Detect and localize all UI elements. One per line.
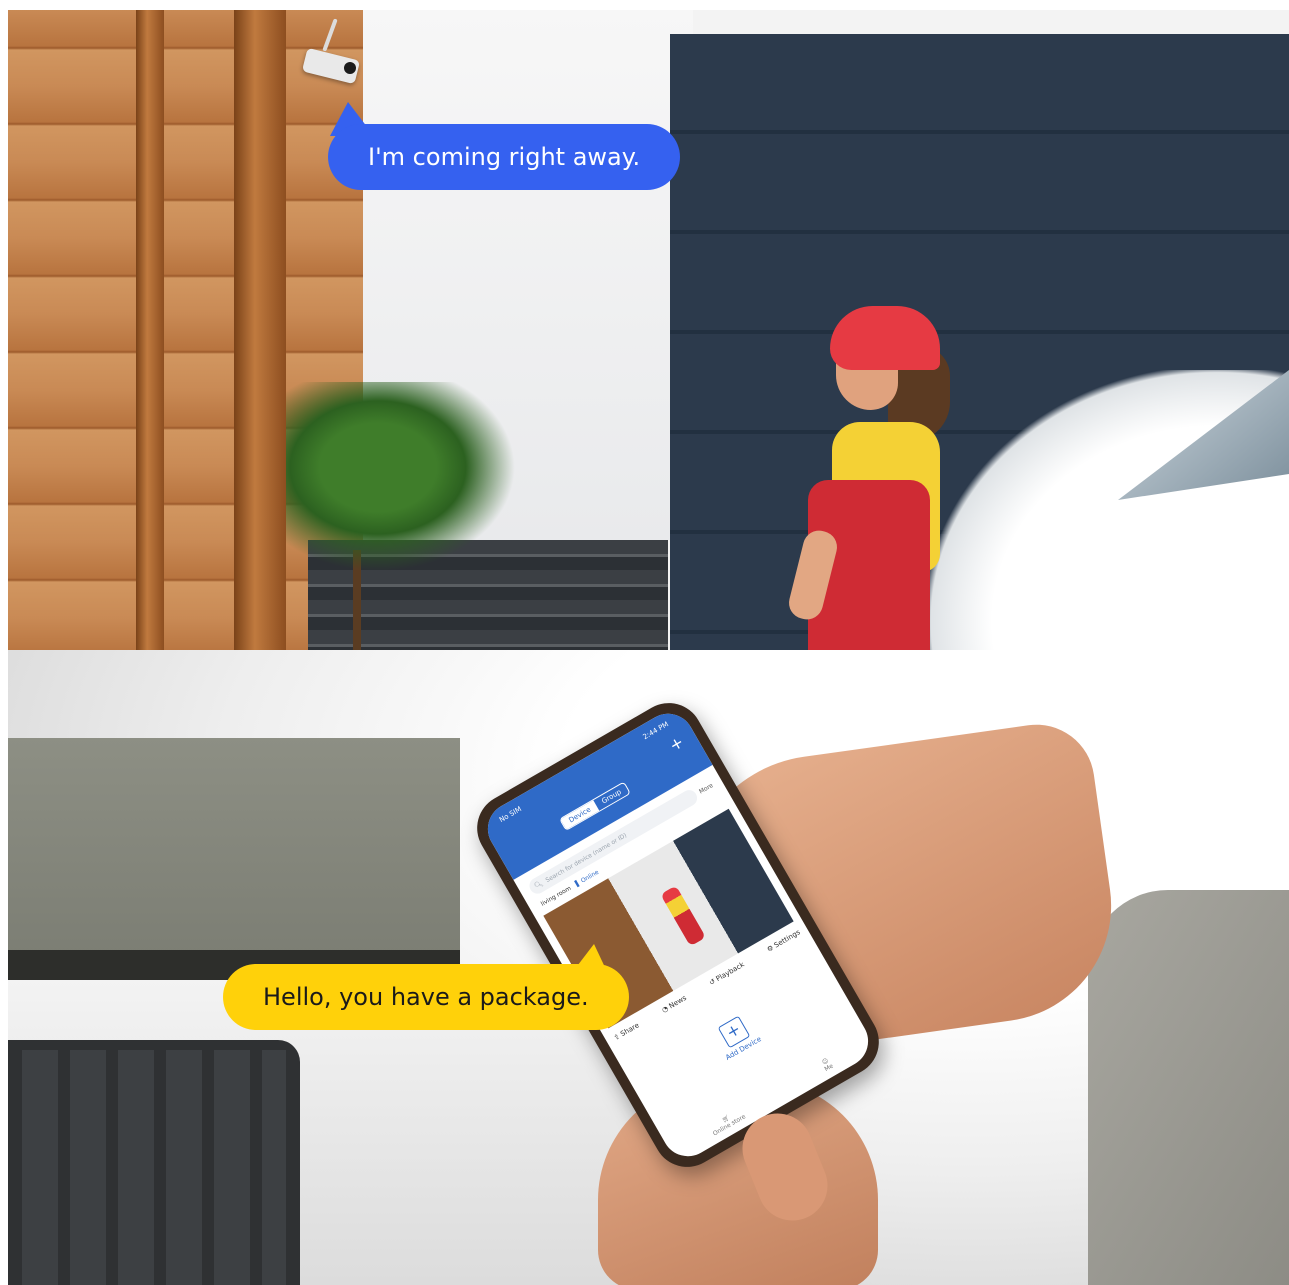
tab-group[interactable]: Group bbox=[593, 783, 630, 811]
speech-text-top: I'm coming right away. bbox=[368, 143, 641, 171]
plus-icon[interactable]: + bbox=[666, 732, 687, 755]
speech-text-bottom: Hello, you have a package. bbox=[263, 983, 589, 1011]
news-button[interactable]: ◔ News bbox=[661, 994, 688, 1014]
wood-post bbox=[136, 10, 164, 650]
news-label: News bbox=[667, 993, 688, 1011]
speech-bubble-top: I'm coming right away. bbox=[328, 124, 681, 190]
tab-me[interactable]: ☺ Me bbox=[820, 1056, 835, 1073]
share-label: Share bbox=[619, 1021, 641, 1039]
search-icon: 🔍︎ bbox=[532, 879, 545, 891]
more-link[interactable]: More bbox=[698, 782, 714, 795]
top-photo-panel bbox=[8, 10, 1289, 650]
keyboard-keys bbox=[16, 1050, 286, 1285]
settings-label: Settings bbox=[772, 928, 802, 950]
red-cap bbox=[830, 306, 940, 370]
camera-lens bbox=[344, 62, 356, 74]
potted-plant bbox=[286, 382, 516, 572]
bottom-photo-panel: No SIM 2:44 PM + Device Group 🔍︎ Search … bbox=[8, 650, 1289, 1285]
camera-status: Online bbox=[579, 868, 601, 885]
carrier-label: No SIM bbox=[497, 805, 524, 825]
speech-bubble-bottom: Hello, you have a package. bbox=[223, 964, 629, 1030]
grey-folder bbox=[8, 738, 460, 983]
tab-device[interactable]: Device bbox=[560, 800, 600, 830]
grey-sleeve bbox=[1088, 890, 1289, 1285]
signal-icon: ▐ bbox=[572, 880, 580, 889]
wood-post bbox=[234, 10, 286, 650]
tab-online-store[interactable]: 🛒︎ Online store bbox=[708, 1107, 747, 1137]
share-button[interactable]: ⇪ Share bbox=[612, 1021, 640, 1042]
device-group-toggle: Device Group bbox=[559, 781, 632, 832]
